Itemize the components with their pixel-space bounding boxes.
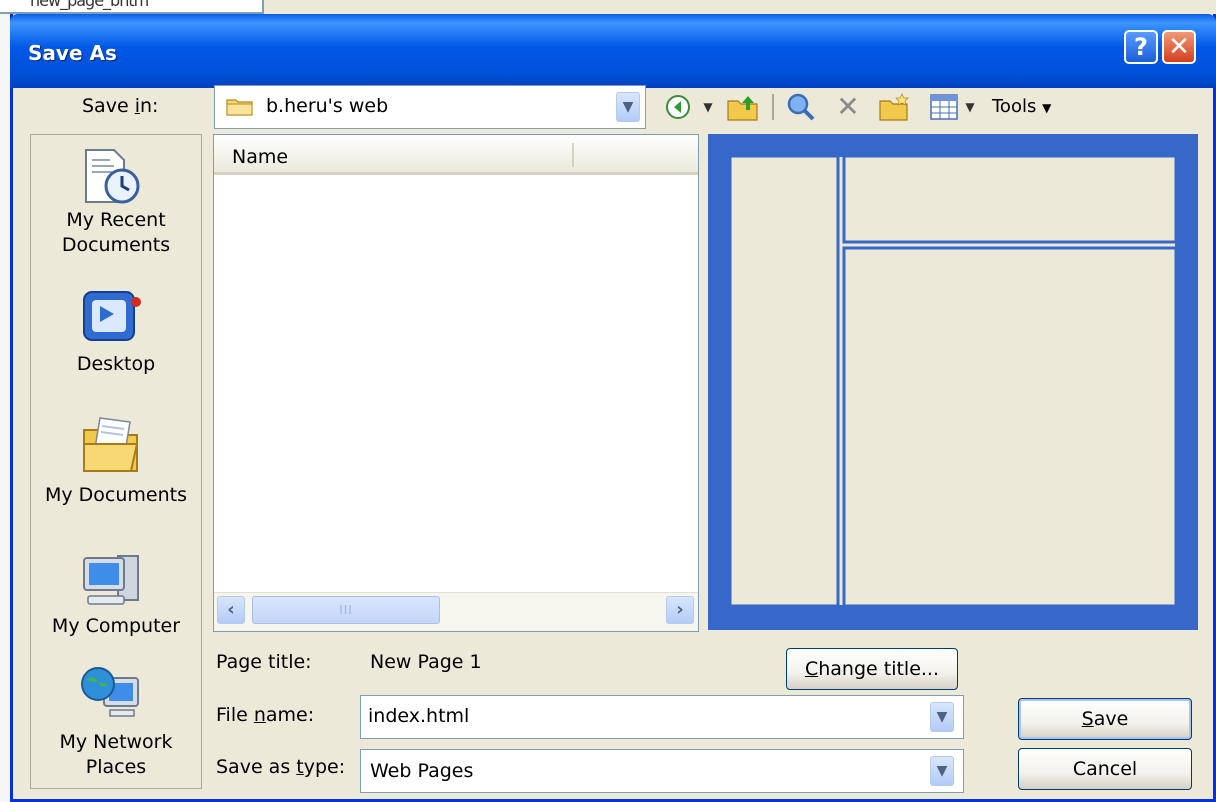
page-title-label: Page title: <box>216 651 312 673</box>
desktop-icon[interactable] <box>80 288 144 346</box>
views-dropdown-arrow[interactable]: ▼ <box>962 92 978 122</box>
save-as-type-value: Web Pages <box>370 760 474 782</box>
preview-pane <box>708 134 1198 630</box>
place-my-computer[interactable]: My Computer <box>30 614 202 639</box>
background-tab-label: new_page_bhtm <box>30 0 149 10</box>
change-title-button[interactable]: Change title... <box>786 648 958 690</box>
place-my-documents[interactable]: My Documents <box>30 483 202 508</box>
place-label-line1: My Documents <box>44 484 187 506</box>
place-label-line2: Documents <box>61 234 171 256</box>
background-document-tab: new_page_bhtm <box>0 0 264 14</box>
save-button[interactable]: Save <box>1018 698 1192 740</box>
new-folder-icon[interactable] <box>878 92 910 122</box>
file-name-label: File name: <box>216 704 315 726</box>
column-divider[interactable] <box>572 143 574 167</box>
back-dropdown-arrow[interactable]: ▼ <box>700 92 716 122</box>
close-button[interactable]: ✕ <box>1162 30 1196 64</box>
place-label-line2: Places <box>85 756 147 778</box>
my-network-places-icon[interactable] <box>80 664 144 726</box>
save-as-type-dropdown-button[interactable]: ▼ <box>930 756 954 786</box>
column-header-name[interactable]: Name <box>232 146 288 168</box>
delete-icon[interactable]: ✕ <box>834 92 862 122</box>
place-my-recent-documents[interactable]: My Recent Documents <box>30 208 202 258</box>
cancel-button[interactable]: Cancel <box>1018 748 1192 790</box>
file-list[interactable] <box>213 134 699 632</box>
back-arrow-icon[interactable] <box>664 93 692 121</box>
place-desktop[interactable]: Desktop <box>30 352 202 377</box>
save-in-value: b.heru's web <box>266 95 389 117</box>
title-bar[interactable] <box>10 14 1216 88</box>
tools-menu[interactable]: Tools ▼ <box>992 92 1051 122</box>
views-icon[interactable] <box>930 94 958 120</box>
save-as-type-label: Save as type: <box>216 756 346 778</box>
scroll-right-button[interactable]: › <box>666 596 694 624</box>
folder-icon <box>226 99 253 116</box>
place-my-network-places[interactable]: My Network Places <box>30 730 202 780</box>
my-documents-icon[interactable] <box>80 414 144 476</box>
place-label-line1: My Recent <box>66 209 166 231</box>
save-in-dropdown-button[interactable]: ▼ <box>616 92 640 122</box>
tools-label: Tools <box>992 96 1037 117</box>
page-title-value: New Page 1 <box>370 651 482 673</box>
frames-page-preview <box>728 154 1178 608</box>
scroll-thumb[interactable]: III <box>252 596 440 624</box>
dialog-title: Save As <box>28 41 117 65</box>
my-computer-icon[interactable] <box>80 550 144 610</box>
file-name-dropdown-button[interactable]: ▼ <box>930 702 954 732</box>
file-name-value: index.html <box>368 705 470 727</box>
place-label-line1: Desktop <box>76 353 156 375</box>
place-label-line1: My Network <box>59 731 173 753</box>
place-label-line1: My Computer <box>51 615 181 637</box>
help-button[interactable]: ? <box>1124 30 1158 64</box>
toolbar-separator <box>772 94 774 120</box>
my-recent-documents-icon[interactable] <box>80 146 144 206</box>
search-web-icon[interactable] <box>786 92 816 122</box>
scroll-left-button[interactable]: ‹ <box>217 596 245 624</box>
up-one-level-icon[interactable] <box>726 92 760 122</box>
save-in-label: Save in: <box>82 95 159 117</box>
